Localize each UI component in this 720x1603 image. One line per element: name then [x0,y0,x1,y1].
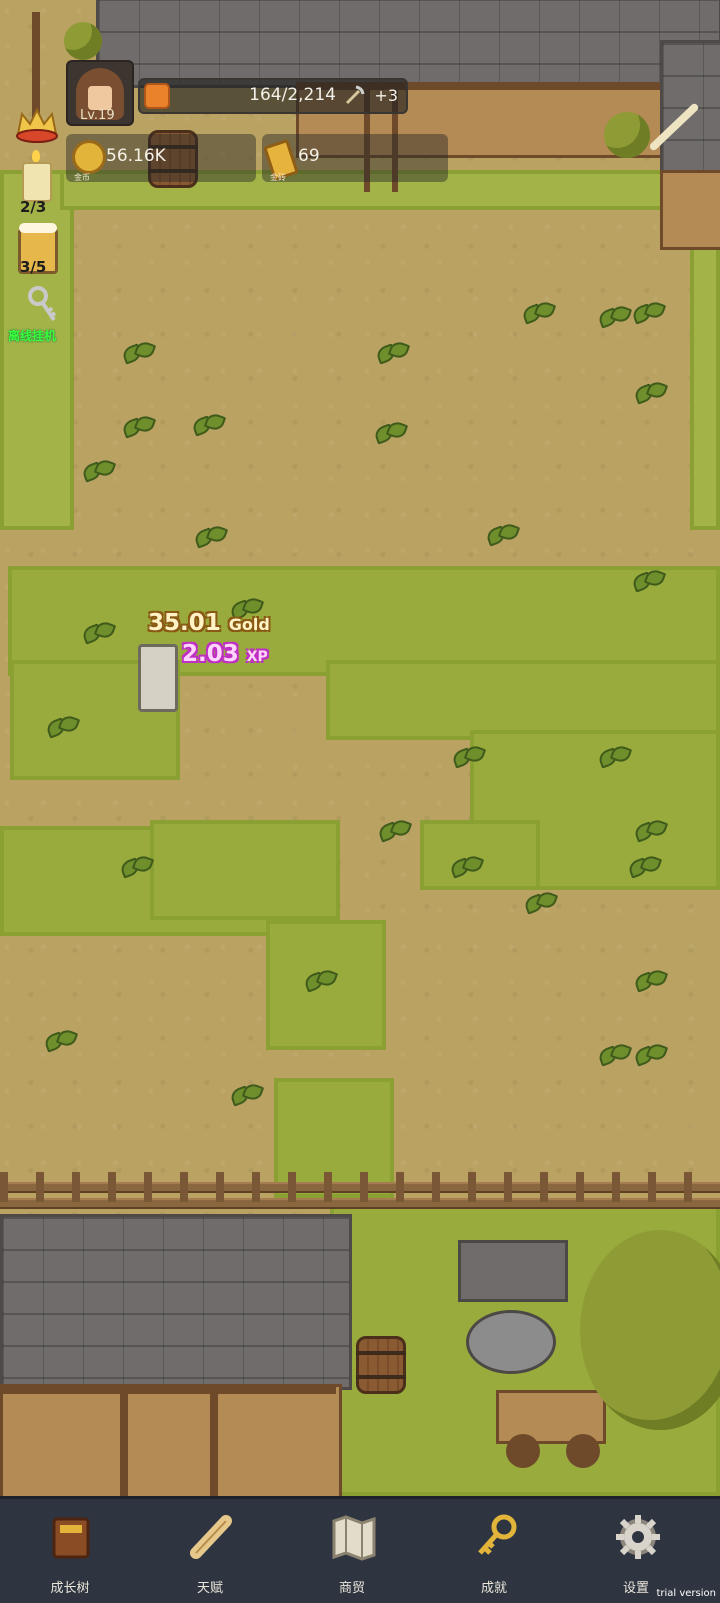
crop-sprout[interactable] [302,966,336,994]
gold-counter[interactable]: 金币 56.16K [66,134,256,182]
crop-sprout[interactable] [376,816,410,844]
crop-sprout[interactable] [522,888,556,916]
crop-sprout[interactable] [372,418,406,446]
crop-sprout[interactable] [632,1040,666,1068]
crop-sprout[interactable] [630,298,664,326]
scroll-icon [190,1515,232,1559]
floating-gold-reward: 35.01 Gold [148,610,270,636]
farmer-character[interactable] [138,644,178,712]
nav-label: 商贸 [338,1581,365,1596]
cart-wheel-right [566,1434,600,1468]
crop-sprout[interactable] [228,1080,262,1108]
xp-progress-bar: 164/2,214 +3 [138,78,408,114]
crop-sprout[interactable] [596,302,630,330]
player-level: Lv.19 [80,108,115,123]
crop-sprout[interactable] [596,1040,630,1068]
crop-carrot[interactable] [42,1026,76,1054]
xp-reward-amount: 2.03 [182,641,239,667]
gold-bar-value: 69 [298,146,320,166]
beer-count: 3/5 [20,258,47,276]
nav-label: 成长树 [50,1581,90,1596]
gold-coin-icon [72,140,106,174]
nav-achievement[interactable]: 成就 [444,1499,544,1603]
crop-sprout[interactable] [484,520,518,548]
crop-sprout[interactable] [450,742,484,770]
house-wall-bottom [0,1384,342,1496]
idle-mode-label[interactable]: 离线挂机 [8,327,56,344]
crop-sprout[interactable] [632,966,666,994]
barn-roof-top [96,0,720,88]
crop-sprout[interactable] [120,412,154,440]
crop-sprout[interactable] [632,816,666,844]
grass-field-right-a [326,660,720,740]
gold-bar-counter[interactable]: 金砖 69 [262,134,448,182]
bottom-navigation: 成长树 天赋 商贸 成就 设置 trial version [0,1496,720,1603]
house-beam-b [120,1394,128,1496]
crop-sprout[interactable] [448,852,482,880]
nav-growth-tree[interactable]: 成长树 [20,1499,120,1603]
crop-sprout[interactable] [630,566,664,594]
crop-sprout[interactable] [190,410,224,438]
water-well[interactable] [458,1240,568,1374]
well-roof [458,1240,568,1302]
nav-trade[interactable]: 商贸 [302,1499,402,1603]
house-beam-a [0,1384,336,1394]
xp-bonus: +3 [374,86,398,105]
gear-icon [616,1515,660,1559]
trial-watermark: trial version [656,1588,716,1599]
pickaxe-icon [345,85,365,105]
cart-wheel-left [506,1434,540,1468]
nav-talent[interactable]: 天赋 [160,1499,260,1603]
gold-reward-amount: 35.01 [148,610,221,636]
book-icon [52,1517,90,1559]
gold-bar-label: 金砖 [270,173,286,182]
crop-sprout[interactable] [192,522,226,550]
crop-sprout[interactable] [120,338,154,366]
candle-count: 2/3 [20,198,47,216]
floating-xp-reward: 2.03 XP [182,641,268,667]
crown-icon[interactable] [14,104,60,144]
house-beam-c [210,1394,218,1496]
gold-label: 金币 [74,173,90,182]
crop-sprout[interactable] [44,712,78,740]
avatar-face [88,86,112,110]
map-icon [332,1515,376,1561]
barrel [356,1336,406,1394]
shed-wall-right [660,170,720,250]
idle-key-icon[interactable] [26,286,56,326]
house-roof-bottom [0,1214,352,1390]
gold-value: 56.16K [106,146,166,166]
key-icon [478,1514,517,1555]
well-base [466,1310,556,1374]
crop-sprout[interactable] [374,338,408,366]
crop-sprout[interactable] [632,378,666,406]
crop-sprout[interactable] [520,298,554,326]
crop-cabbage[interactable] [626,852,660,880]
xp-progress-text: 164/2,214 [249,85,336,105]
crop-sprout[interactable] [118,852,152,880]
bush [64,22,102,60]
nav-label: 天赋 [196,1581,223,1596]
grass-field-lower-mid [150,820,340,920]
farm-scene: 35.01 Gold 2.03 XP [0,0,720,1496]
crop-sprout[interactable] [596,742,630,770]
grass-strip-right [690,240,720,530]
bone-tool-icon[interactable] [646,98,704,156]
xp-reward-unit: XP [246,649,268,665]
bush [604,112,650,158]
crop-sprout[interactable] [80,456,114,484]
crop-carrot[interactable] [80,618,114,646]
nav-label: 成就 [480,1581,507,1596]
candle-icon[interactable] [22,150,52,202]
gold-reward-unit: Gold [228,615,270,634]
fence-posts [0,1172,720,1202]
